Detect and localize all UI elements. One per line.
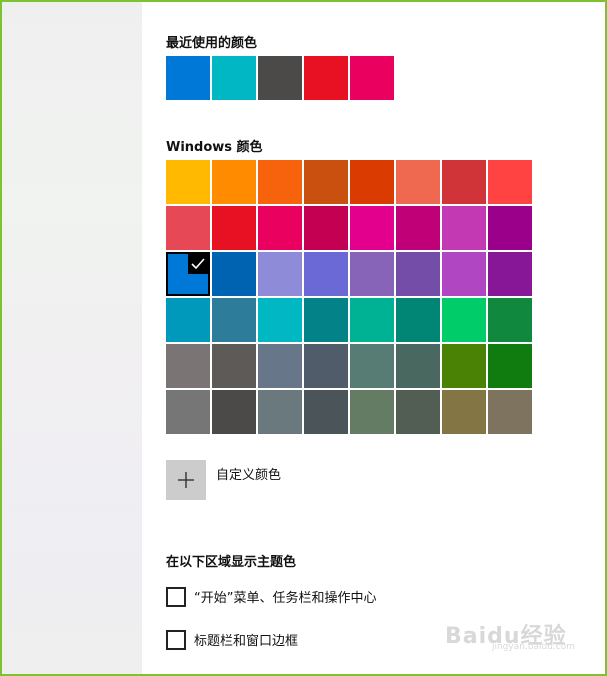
selected-color-swatch[interactable]	[166, 252, 210, 296]
watermark: Baidu经验 jingyan.baidu.com	[445, 618, 575, 652]
color-swatch[interactable]	[258, 252, 302, 296]
color-swatch[interactable]	[304, 344, 348, 388]
color-swatch[interactable]	[166, 160, 210, 204]
recent-color-swatch[interactable]	[212, 56, 256, 100]
color-swatch[interactable]	[304, 390, 348, 434]
color-swatch[interactable]	[350, 298, 394, 342]
accent-surfaces-heading: 在以下区域显示主题色	[166, 555, 297, 570]
color-swatch[interactable]	[258, 390, 302, 434]
colors-settings-panel: 最近使用的颜色 Windows 颜色 自定义颜色 在以下区域显示主题色 “开始”…	[142, 2, 605, 674]
windows-colors-grid	[166, 160, 532, 434]
color-swatch[interactable]	[166, 344, 210, 388]
recent-colors-row	[166, 56, 394, 100]
color-swatch[interactable]	[212, 344, 256, 388]
color-swatch[interactable]	[258, 160, 302, 204]
color-swatch[interactable]	[350, 344, 394, 388]
color-swatch[interactable]	[442, 206, 486, 250]
color-swatch[interactable]	[488, 206, 532, 250]
color-swatch[interactable]	[350, 390, 394, 434]
color-swatch[interactable]	[350, 160, 394, 204]
color-swatch[interactable]	[488, 298, 532, 342]
start-taskbar-checkbox[interactable]	[166, 587, 186, 607]
color-swatch[interactable]	[166, 390, 210, 434]
color-swatch[interactable]	[166, 206, 210, 250]
color-swatch[interactable]	[258, 344, 302, 388]
color-swatch[interactable]	[488, 390, 532, 434]
start-taskbar-label: “开始”菜单、任务栏和操作中心	[194, 591, 377, 606]
plus-icon	[178, 472, 194, 488]
color-swatch[interactable]	[396, 298, 440, 342]
recent-color-swatch[interactable]	[350, 56, 394, 100]
start-taskbar-option[interactable]: “开始”菜单、任务栏和操作中心	[166, 586, 526, 608]
add-custom-color-button[interactable]	[166, 460, 206, 500]
color-swatch[interactable]	[212, 160, 256, 204]
color-swatch[interactable]	[396, 160, 440, 204]
recent-colors-heading: 最近使用的颜色	[166, 36, 258, 51]
color-swatch[interactable]	[442, 344, 486, 388]
color-swatch[interactable]	[488, 252, 532, 296]
color-swatch[interactable]	[488, 160, 532, 204]
color-swatch[interactable]	[304, 160, 348, 204]
color-swatch[interactable]	[212, 252, 256, 296]
recent-color-swatch[interactable]	[166, 56, 210, 100]
color-swatch[interactable]	[166, 298, 210, 342]
color-swatch[interactable]	[212, 298, 256, 342]
color-swatch[interactable]	[212, 390, 256, 434]
color-swatch[interactable]	[396, 390, 440, 434]
color-swatch[interactable]	[350, 206, 394, 250]
settings-nav-pane	[2, 2, 142, 674]
color-swatch[interactable]	[350, 252, 394, 296]
windows-colors-heading: Windows 颜色	[166, 140, 263, 155]
color-swatch[interactable]	[396, 206, 440, 250]
color-swatch[interactable]	[488, 344, 532, 388]
color-swatch[interactable]	[442, 160, 486, 204]
recent-color-swatch[interactable]	[258, 56, 302, 100]
title-bars-checkbox[interactable]	[166, 630, 186, 650]
recent-color-swatch[interactable]	[304, 56, 348, 100]
color-swatch[interactable]	[442, 298, 486, 342]
color-swatch[interactable]	[396, 252, 440, 296]
color-swatch[interactable]	[258, 206, 302, 250]
title-bars-label: 标题栏和窗口边框	[194, 634, 299, 649]
color-swatch[interactable]	[304, 298, 348, 342]
window-frame: 最近使用的颜色 Windows 颜色 自定义颜色 在以下区域显示主题色 “开始”…	[0, 0, 607, 676]
custom-color-row[interactable]: 自定义颜色	[166, 460, 366, 502]
checkmark-icon	[188, 254, 208, 274]
color-swatch[interactable]	[396, 344, 440, 388]
color-swatch[interactable]	[442, 252, 486, 296]
color-swatch[interactable]	[304, 206, 348, 250]
color-swatch[interactable]	[212, 206, 256, 250]
color-swatch[interactable]	[304, 252, 348, 296]
watermark-url: jingyan.baidu.com	[491, 642, 575, 652]
custom-color-label: 自定义颜色	[216, 468, 282, 483]
color-swatch[interactable]	[258, 298, 302, 342]
color-swatch[interactable]	[442, 390, 486, 434]
